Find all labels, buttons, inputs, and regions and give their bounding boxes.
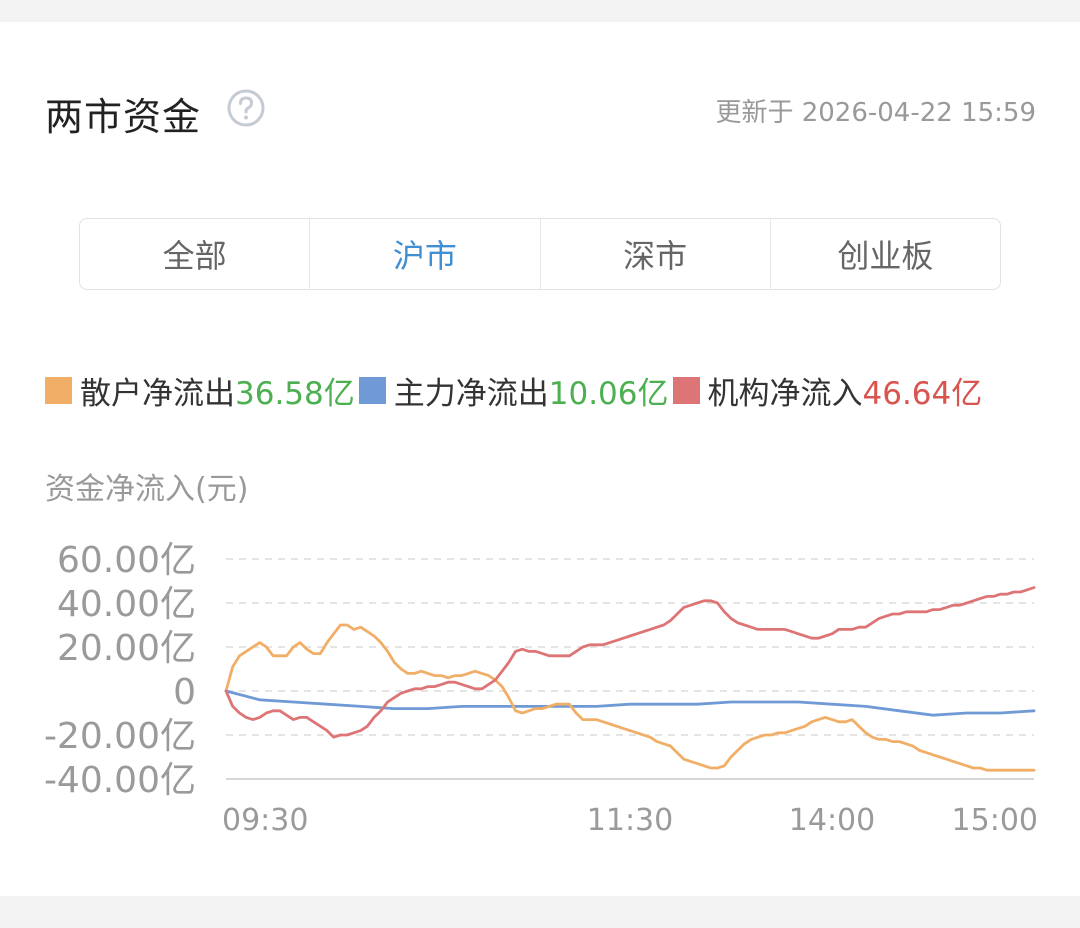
y-tick-label: 60.00亿 bbox=[57, 540, 196, 581]
y-tick-label: 20.00亿 bbox=[57, 628, 196, 669]
tab-shanghai[interactable]: 沪市 bbox=[310, 219, 541, 289]
legend-value: 10.06亿 bbox=[548, 376, 669, 412]
fund-flow-chart: 60.00亿40.00亿20.00亿0-20.00亿-40.00亿 09:30 11… bbox=[44, 540, 1038, 838]
x-tick-label: 09:30 bbox=[222, 803, 308, 838]
y-tick-label: -20.00亿 bbox=[44, 716, 196, 757]
help-icon[interactable] bbox=[226, 88, 266, 128]
legend-item-retail: 散户净流出 36.58亿 bbox=[45, 368, 355, 413]
legend-swatch-retail bbox=[45, 377, 72, 404]
x-tick-label: 14:00 bbox=[789, 803, 875, 838]
x-tick-label: 11:30 bbox=[587, 803, 673, 838]
legend-value: 46.64亿 bbox=[862, 376, 983, 412]
tab-all[interactable]: 全部 bbox=[80, 219, 311, 289]
series-line-2 bbox=[224, 586, 1036, 739]
y-axis-label: 资金净流入(元) bbox=[45, 472, 249, 507]
legend-swatch-institution bbox=[672, 377, 700, 404]
legend-label: 散户净流出 bbox=[80, 376, 235, 412]
update-timestamp: 更新于 2026-04-22 15:59 bbox=[715, 98, 1036, 128]
fund-flow-card: 两市资金 更新于 2026-04-22 15:59 全部 沪市 深市 创业板 散… bbox=[0, 22, 1080, 896]
tab-chinext[interactable]: 创业板 bbox=[771, 219, 1000, 289]
legend-item-institution: 机构净流入 46.64亿 bbox=[672, 368, 983, 413]
page-title: 两市资金 bbox=[45, 95, 202, 139]
legend-label: 主力净流出 bbox=[393, 376, 549, 412]
chart-legend: 散户净流出 36.58亿 主力净流出 10.06亿 机构净流入 46.64亿 bbox=[45, 368, 986, 413]
x-tick-label: 15:00 bbox=[952, 803, 1038, 838]
market-tabs: 全部 沪市 深市 创业板 bbox=[79, 218, 1001, 290]
series-line-1 bbox=[224, 689, 1036, 717]
legend-label: 机构净流入 bbox=[707, 376, 863, 412]
legend-swatch-main bbox=[358, 377, 386, 404]
y-tick-label: 0 bbox=[173, 672, 196, 713]
legend-item-main: 主力净流出 10.06亿 bbox=[358, 368, 669, 413]
legend-value: 36.58亿 bbox=[235, 376, 355, 412]
y-tick-label: 40.00亿 bbox=[57, 584, 196, 625]
tab-shenzhen[interactable]: 深市 bbox=[541, 219, 771, 289]
y-tick-label: -40.00亿 bbox=[44, 760, 196, 801]
